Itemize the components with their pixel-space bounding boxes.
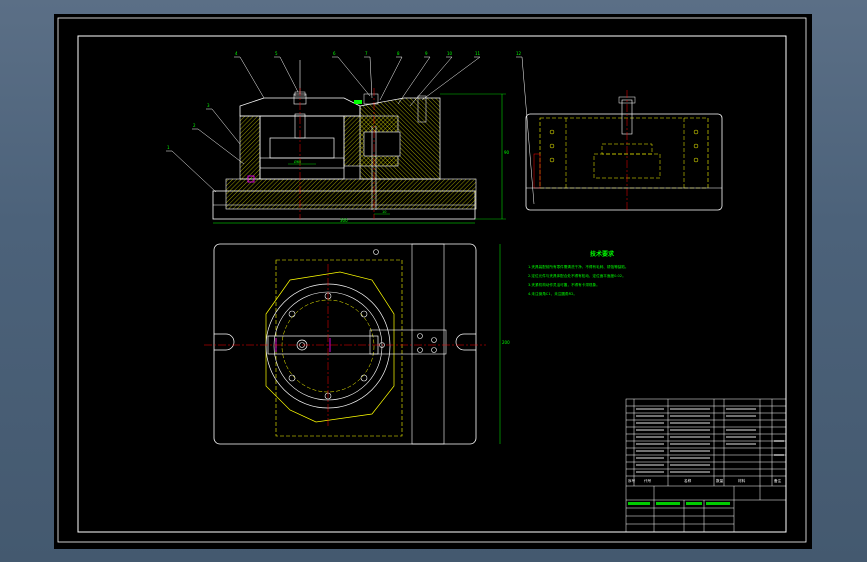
dim-plan-height-text: 200 bbox=[502, 340, 510, 345]
header-material: 材料 bbox=[738, 478, 746, 483]
header-note: 备注 bbox=[774, 478, 782, 483]
main-body bbox=[259, 115, 345, 180]
callout-5: 5 bbox=[275, 51, 278, 56]
plan-base-outline bbox=[213, 243, 477, 445]
callout-3: 3 bbox=[207, 103, 210, 108]
dim-slot-text: 10 bbox=[382, 210, 386, 214]
callout-8: 8 bbox=[397, 51, 400, 56]
notes-title: 技术要求 bbox=[590, 250, 615, 258]
dim-width-text: 300 bbox=[340, 218, 348, 223]
workpiece bbox=[269, 137, 335, 159]
outer-frame bbox=[57, 17, 807, 543]
callout-11: 11 bbox=[475, 51, 481, 56]
dim-height-text: 90 bbox=[504, 150, 510, 155]
callout-2: 2 bbox=[193, 123, 196, 128]
callout-1: 1 bbox=[167, 145, 170, 150]
header-qty: 数量 bbox=[716, 478, 724, 483]
callout-10: 10 bbox=[447, 51, 453, 56]
callout-6: 6 bbox=[333, 51, 336, 56]
callout-7: 7 bbox=[365, 51, 368, 56]
header-seq: 序号 bbox=[628, 478, 636, 483]
dim-center-text: Ø60 bbox=[294, 159, 301, 164]
header-code: 代号 bbox=[644, 478, 652, 483]
callout-12: 12 bbox=[516, 51, 522, 56]
left-body bbox=[239, 115, 261, 180]
technical-notes: 技术要求 1.夹具装配前所有零件需清洗干净，不得有毛刺、锈蚀等缺陷。 2.定位元… bbox=[528, 250, 628, 296]
callout-9: 9 bbox=[425, 51, 428, 56]
callout-4: 4 bbox=[235, 51, 238, 56]
base-plate-hatch bbox=[225, 178, 477, 210]
cad-viewport[interactable]: 300 90 Ø60 10 4 5 6 7 8 9 10 11 3 2 1 12… bbox=[54, 14, 812, 549]
note-line-1: 1.夹具装配前所有零件需清洗干净，不得有毛刺、锈蚀等缺陷。 bbox=[528, 264, 628, 269]
side-view bbox=[525, 90, 723, 211]
note-line-2: 2.定位元件与夹具体配合处不得有松动，定位面平面度0.02。 bbox=[528, 273, 626, 278]
cad-drawing: 300 90 Ø60 10 4 5 6 7 8 9 10 11 3 2 1 12… bbox=[57, 17, 807, 543]
front-section-view: 300 90 Ø60 10 4 5 6 7 8 9 10 11 3 2 1 12 bbox=[166, 51, 535, 224]
note-line-4: 4.未注倒角C1，未注圆角R2。 bbox=[528, 291, 577, 296]
plan-view: 200 bbox=[204, 243, 510, 445]
header-name: 名称 bbox=[684, 478, 692, 483]
bom-entries bbox=[636, 408, 784, 473]
note-line-3: 3.夹紧机构动作灵活可靠，不得有卡滞现象。 bbox=[528, 282, 600, 287]
